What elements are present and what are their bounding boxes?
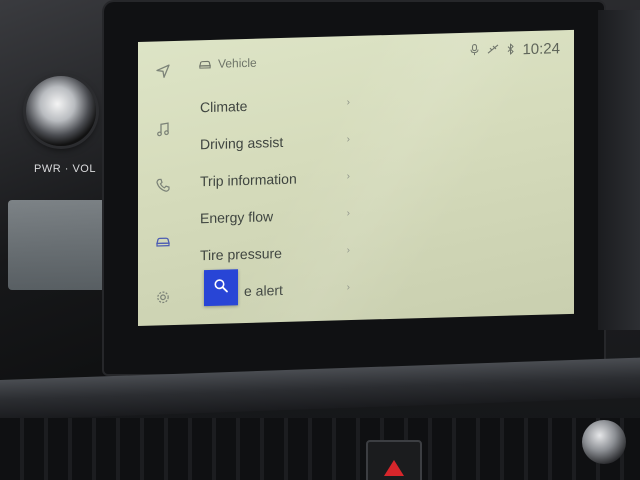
menu-item-trip-information[interactable]: Trip information › bbox=[200, 156, 410, 199]
power-volume-knob[interactable] bbox=[26, 76, 96, 146]
chevron-right-icon: › bbox=[346, 208, 350, 220]
phone-icon[interactable] bbox=[154, 177, 172, 196]
chevron-right-icon: › bbox=[346, 171, 350, 183]
right-dash-edge bbox=[598, 10, 640, 330]
car-icon bbox=[198, 54, 212, 73]
menu-item-climate[interactable]: Climate › bbox=[200, 82, 410, 125]
infotainment-display: Vehicle 10:24 Climate › Driving assist › bbox=[138, 29, 574, 327]
chevron-right-icon: › bbox=[346, 134, 350, 146]
climate-knob[interactable] bbox=[582, 420, 626, 464]
clock: 10:24 bbox=[522, 40, 560, 59]
hazard-button[interactable] bbox=[366, 440, 422, 480]
gear-icon[interactable] bbox=[154, 289, 172, 308]
menu-item-driving-assist[interactable]: Driving assist › bbox=[200, 119, 410, 162]
menu-item-tire-pressure[interactable]: Tire pressure › bbox=[200, 230, 410, 273]
menu-item-energy-flow[interactable]: Energy flow › bbox=[200, 193, 410, 236]
phone-signal-icon bbox=[487, 44, 499, 57]
menu-item-label: Trip information bbox=[200, 170, 297, 189]
chevron-right-icon: › bbox=[346, 97, 350, 109]
bluetooth-icon bbox=[507, 42, 515, 57]
menu-item-label: Driving assist bbox=[200, 133, 284, 152]
chevron-right-icon: › bbox=[346, 245, 350, 257]
power-volume-label: PWR · VOL bbox=[34, 163, 96, 175]
search-button[interactable] bbox=[204, 269, 238, 307]
menu-item-label: Energy flow bbox=[200, 207, 274, 226]
search-icon bbox=[213, 277, 229, 297]
left-window-reflection bbox=[8, 200, 108, 290]
chevron-right-icon: › bbox=[346, 282, 350, 294]
status-bar: 10:24 bbox=[470, 40, 560, 60]
menu-item-label: Climate bbox=[200, 97, 248, 115]
hazard-triangle-icon bbox=[384, 460, 404, 476]
side-rail bbox=[138, 40, 194, 326]
microphone-off-icon bbox=[470, 43, 479, 58]
left-dash-panel: PWR · VOL bbox=[0, 0, 120, 400]
menu-item-label: Tire pressure bbox=[200, 244, 282, 263]
car-dashboard: PWR · VOL Vehicle 10:24 Climate › Drivin… bbox=[0, 0, 640, 480]
navigation-arrow-icon[interactable] bbox=[154, 63, 172, 82]
page-title: Vehicle bbox=[218, 55, 257, 71]
car-icon[interactable] bbox=[154, 233, 172, 252]
music-note-icon[interactable] bbox=[154, 121, 172, 140]
air-vents bbox=[0, 418, 640, 480]
